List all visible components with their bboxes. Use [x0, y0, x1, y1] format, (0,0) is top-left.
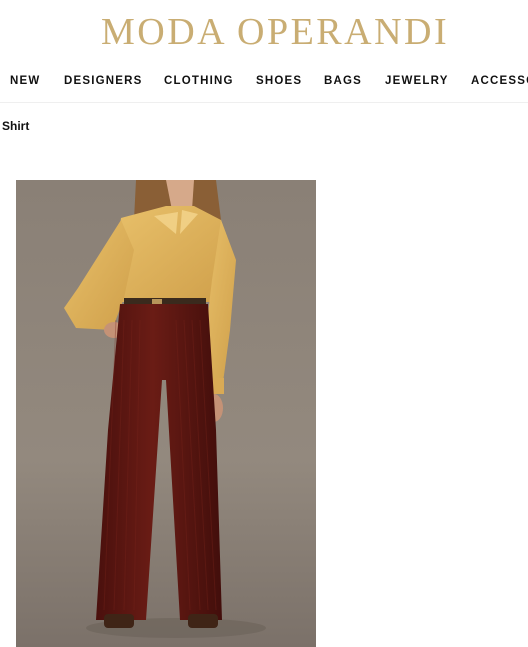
nav-item-clothing[interactable]: CLOTHING [164, 75, 234, 87]
main-nav: NEW DESIGNERS CLOTHING SHOES BAGS JEWELR… [0, 75, 528, 91]
nav-item-new[interactable]: NEW [10, 75, 40, 87]
nav-item-designers[interactable]: DESIGNERS [64, 75, 143, 87]
nav-divider [0, 102, 528, 103]
nav-item-accessories[interactable]: ACCESSO [471, 75, 528, 87]
nav-item-jewelry[interactable]: JEWELRY [385, 75, 449, 87]
breadcrumb-current: Shirt [2, 119, 30, 133]
product-photo-illustration [16, 180, 316, 647]
nav-item-bags[interactable]: BAGS [324, 75, 362, 87]
product-image[interactable] [16, 180, 316, 647]
nav-item-shoes[interactable]: SHOES [256, 75, 302, 87]
brand-logo[interactable]: MODA OPERANDI [0, 10, 528, 54]
